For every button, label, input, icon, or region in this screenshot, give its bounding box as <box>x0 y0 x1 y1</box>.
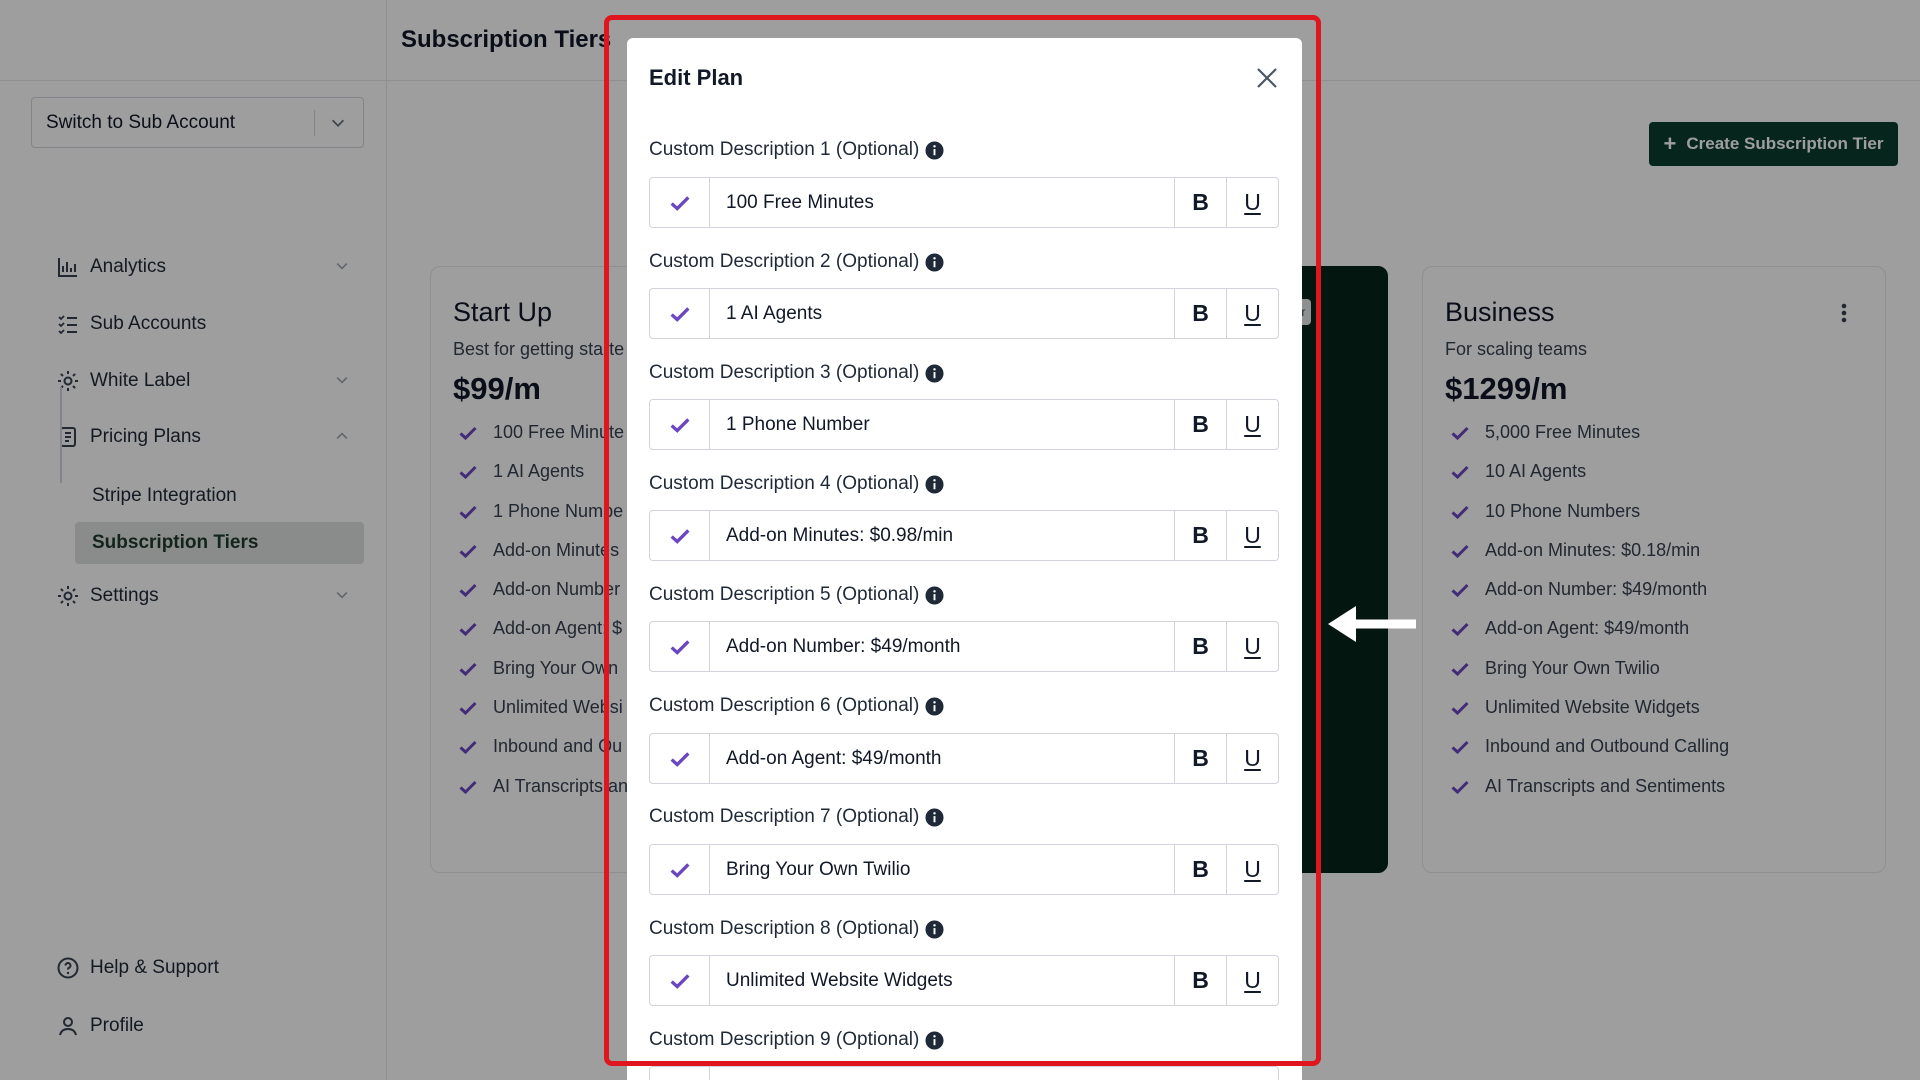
underline-button[interactable]: U <box>1226 956 1278 1005</box>
check-icon[interactable] <box>650 734 710 783</box>
custom-description-1-field: 100 Free Minutes B U <box>649 177 1279 228</box>
info-icon[interactable] <box>925 1030 944 1050</box>
custom-description-9-input[interactable] <box>710 1067 1278 1080</box>
check-cell[interactable] <box>650 1067 710 1080</box>
custom-description-8-field: Unlimited Website Widgets B U <box>649 955 1279 1006</box>
check-icon[interactable] <box>650 178 710 227</box>
info-icon[interactable] <box>925 140 944 160</box>
check-icon[interactable] <box>650 289 710 338</box>
check-icon[interactable] <box>650 622 710 671</box>
custom-description-8-label: Custom Description 8 (Optional) <box>649 918 944 940</box>
info-icon[interactable] <box>925 585 944 605</box>
custom-description-4-input[interactable]: Add-on Minutes: $0.98/min <box>710 511 1174 560</box>
custom-description-9-label: Custom Description 9 (Optional) <box>649 1029 944 1051</box>
bold-button[interactable]: B <box>1174 734 1226 783</box>
bold-button[interactable]: B <box>1174 845 1226 894</box>
check-icon[interactable] <box>650 511 710 560</box>
bold-button[interactable]: B <box>1174 956 1226 1005</box>
bold-button[interactable]: B <box>1174 178 1226 227</box>
modal-title: Edit Plan <box>649 65 744 90</box>
bold-button[interactable]: B <box>1174 622 1226 671</box>
custom-description-9-field <box>649 1066 1279 1080</box>
underline-button[interactable]: U <box>1226 400 1278 449</box>
underline-button[interactable]: U <box>1226 845 1278 894</box>
custom-description-4-label: Custom Description 4 (Optional) <box>649 473 944 495</box>
underline-button[interactable]: U <box>1226 511 1278 560</box>
bold-button[interactable]: B <box>1174 400 1226 449</box>
bold-button[interactable]: B <box>1174 511 1226 560</box>
custom-description-6-label: Custom Description 6 (Optional) <box>649 695 944 717</box>
custom-description-7-field: Bring Your Own Twilio B U <box>649 844 1279 895</box>
custom-description-1-input[interactable]: 100 Free Minutes <box>710 178 1174 227</box>
underline-button[interactable]: U <box>1226 289 1278 338</box>
underline-button[interactable]: U <box>1226 622 1278 671</box>
check-icon[interactable] <box>650 956 710 1005</box>
info-icon[interactable] <box>925 363 944 383</box>
custom-description-8-input[interactable]: Unlimited Website Widgets <box>710 956 1174 1005</box>
check-icon[interactable] <box>650 845 710 894</box>
custom-description-2-field: 1 AI Agents B U <box>649 288 1279 339</box>
underline-button[interactable]: U <box>1226 178 1278 227</box>
check-icon[interactable] <box>650 400 710 449</box>
custom-description-7-label: Custom Description 7 (Optional) <box>649 806 944 828</box>
info-icon[interactable] <box>925 807 944 827</box>
custom-description-5-field: Add-on Number: $49/month B U <box>649 621 1279 672</box>
custom-description-5-label: Custom Description 5 (Optional) <box>649 584 944 606</box>
custom-description-7-input[interactable]: Bring Your Own Twilio <box>710 845 1174 894</box>
info-icon[interactable] <box>925 696 944 716</box>
custom-description-3-input[interactable]: 1 Phone Number <box>710 400 1174 449</box>
edit-plan-modal: Edit Plan Custom Description 1 (Optional… <box>627 38 1302 1080</box>
custom-description-2-label: Custom Description 2 (Optional) <box>649 251 944 273</box>
bold-button[interactable]: B <box>1174 289 1226 338</box>
custom-description-6-input[interactable]: Add-on Agent: $49/month <box>710 734 1174 783</box>
custom-description-2-input[interactable]: 1 AI Agents <box>710 289 1174 338</box>
custom-description-3-label: Custom Description 3 (Optional) <box>649 362 944 384</box>
underline-button[interactable]: U <box>1226 734 1278 783</box>
custom-description-3-field: 1 Phone Number B U <box>649 399 1279 450</box>
custom-description-6-field: Add-on Agent: $49/month B U <box>649 733 1279 784</box>
info-icon[interactable] <box>925 252 944 272</box>
custom-description-4-field: Add-on Minutes: $0.98/min B U <box>649 510 1279 561</box>
arrow-left-icon <box>1328 606 1416 642</box>
info-icon[interactable] <box>925 474 944 494</box>
custom-description-5-input[interactable]: Add-on Number: $49/month <box>710 622 1174 671</box>
close-icon[interactable] <box>1254 65 1280 91</box>
custom-description-1-label: Custom Description 1 (Optional) <box>649 139 944 161</box>
info-icon[interactable] <box>925 919 944 939</box>
